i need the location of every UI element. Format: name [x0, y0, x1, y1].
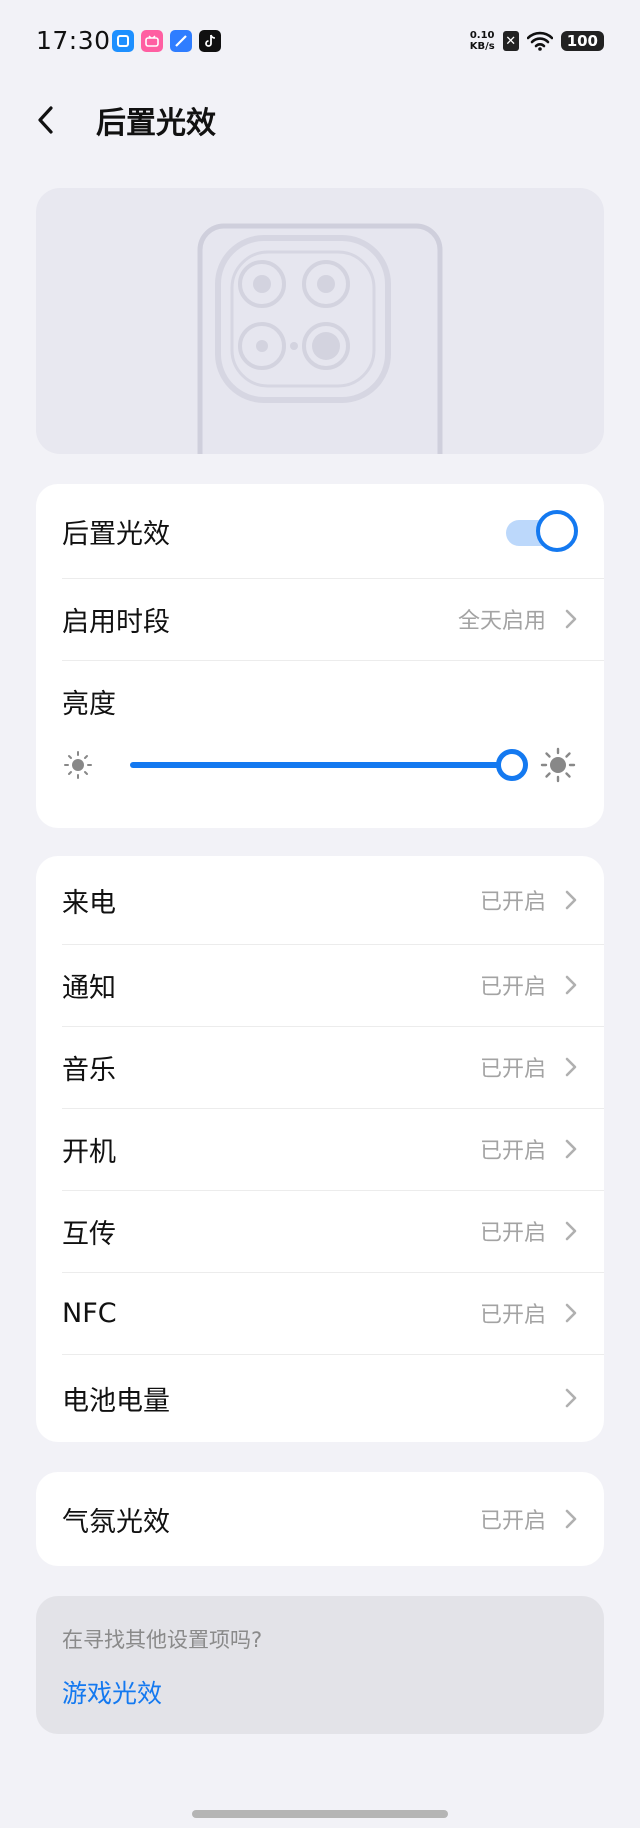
scene-status: 已开启: [479, 1221, 546, 1246]
related-settings-card: 在寻找其他设置项吗? 游戏光效: [36, 1596, 604, 1734]
back-button[interactable]: [36, 100, 72, 140]
scene-row-power-on[interactable]: 开机 已开启: [36, 1108, 604, 1190]
game-light-effect-link[interactable]: 游戏光效: [62, 1674, 162, 1710]
brightness-label: 亮度: [62, 689, 116, 720]
app-feather-icon: [170, 30, 192, 52]
battery-indicator: 100: [560, 31, 604, 51]
brightness-slider-track: [130, 762, 526, 768]
scene-status: 已开启: [479, 890, 546, 915]
chevron-right-icon: [565, 1221, 577, 1241]
brightness-section: 亮度: [36, 660, 604, 828]
home-indicator[interactable]: [192, 1810, 448, 1818]
light-effect-toggle[interactable]: [506, 510, 578, 552]
network-speed: 0.10 KB/s: [470, 30, 495, 52]
phone-back-preview: [36, 188, 604, 454]
brightness-slider[interactable]: [36, 721, 604, 807]
status-indicators: 0.10 KB/s ✕ 100: [470, 30, 604, 52]
light-effect-toggle-row[interactable]: 后置光效: [36, 484, 604, 578]
scenes-card: 来电 已开启 通知 已开启 音乐 已开启 开机 已开启 互传 已开启 NFC 已…: [36, 856, 604, 1442]
ambient-light-row[interactable]: 气氛光效 已开启: [36, 1472, 604, 1566]
brightness-high-icon: [540, 747, 576, 783]
scene-label: 开机: [62, 1136, 116, 1168]
chevron-right-icon: [565, 975, 577, 995]
phone-camera-illustration: [197, 223, 443, 454]
status-time: 17:30: [36, 26, 111, 55]
scene-label: 通知: [62, 972, 116, 1004]
chevron-right-icon: [565, 609, 577, 629]
chevron-right-icon: [565, 1509, 577, 1529]
chevron-right-icon: [565, 1303, 577, 1323]
scene-row-transfer[interactable]: 互传 已开启: [36, 1190, 604, 1272]
scene-row-music[interactable]: 音乐 已开启: [36, 1026, 604, 1108]
scene-row-battery-level[interactable]: 电池电量: [36, 1354, 604, 1442]
ambient-light-label: 气氛光效: [62, 1506, 170, 1538]
notification-app-icons: [112, 30, 221, 52]
toggle-thumb: [536, 510, 578, 552]
scene-row-notification[interactable]: 通知 已开启: [36, 944, 604, 1026]
related-settings-question: 在寻找其他设置项吗?: [62, 1628, 263, 1652]
page-header: 后置光效: [0, 92, 640, 148]
network-speed-unit: KB/s: [469, 41, 495, 52]
app-bilibili-icon: [141, 30, 163, 52]
page-title: 后置光效: [96, 106, 216, 141]
brightness-low-icon: [64, 751, 92, 779]
scene-label: 音乐: [62, 1054, 116, 1086]
scene-status: 已开启: [479, 1057, 546, 1082]
chevron-right-icon: [565, 890, 577, 910]
schedule-row[interactable]: 启用时段 全天启用: [36, 578, 604, 660]
light-effect-label: 后置光效: [62, 518, 170, 550]
network-speed-value: 0.10: [469, 30, 495, 41]
scene-status: 已开启: [479, 1139, 546, 1164]
light-effect-settings-card: 后置光效 启用时段 全天启用 亮度: [36, 484, 604, 828]
ambient-light-card: 气氛光效 已开启: [36, 1472, 604, 1566]
scene-row-nfc[interactable]: NFC 已开启: [36, 1272, 604, 1354]
scene-label: 电池电量: [62, 1385, 170, 1417]
chevron-right-icon: [565, 1139, 577, 1159]
chevron-right-icon: [565, 1057, 577, 1077]
wifi-icon: [526, 31, 553, 51]
chevron-left-icon: [38, 106, 53, 134]
scene-status: 已开启: [479, 975, 546, 1000]
app-tiktok-icon: [199, 30, 221, 52]
scene-row-incoming-call[interactable]: 来电 已开启: [36, 856, 604, 944]
schedule-value: 全天启用: [457, 609, 546, 634]
chevron-right-icon: [565, 1388, 577, 1408]
scene-label: 互传: [62, 1218, 116, 1250]
app-blue-icon: [112, 30, 134, 52]
brightness-slider-thumb[interactable]: [496, 749, 528, 781]
status-bar: 17:30 0.10 KB/s ✕ 100: [0, 0, 640, 86]
no-sim-icon: ✕: [502, 31, 519, 51]
schedule-label: 启用时段: [62, 606, 170, 638]
ambient-light-status: 已开启: [479, 1509, 546, 1534]
scene-label: 来电: [62, 887, 116, 919]
scene-label: NFC: [62, 1297, 117, 1329]
scene-status: 已开启: [479, 1303, 546, 1328]
